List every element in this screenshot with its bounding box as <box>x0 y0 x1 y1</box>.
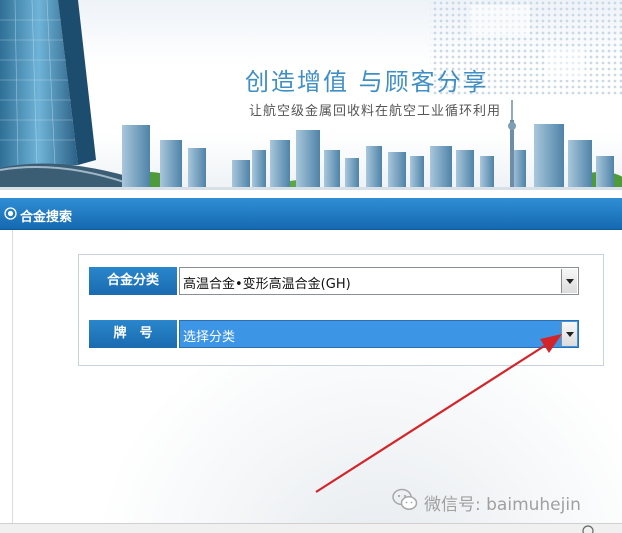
zone-icon <box>582 525 594 533</box>
wechat-icon <box>392 488 418 510</box>
red-arrow-annotation <box>315 334 562 493</box>
watermark-text: 微信号: baimuhejin <box>424 495 581 515</box>
status-bar <box>0 523 622 533</box>
